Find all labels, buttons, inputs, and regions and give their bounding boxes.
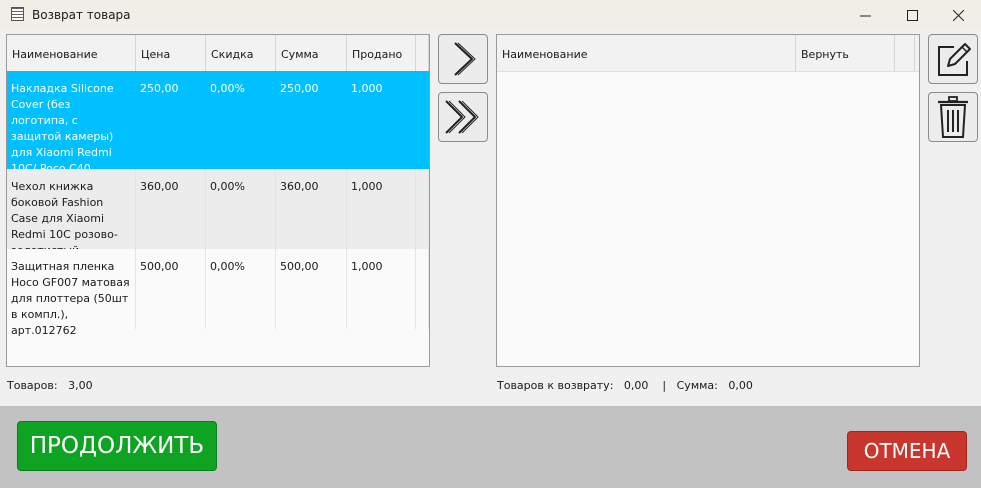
column-header-filler	[416, 35, 429, 71]
column-header-filler	[895, 35, 915, 71]
pencil-edit-icon	[938, 43, 971, 76]
return-count-value: 0,00	[623, 379, 649, 392]
cell-sum: 500,00	[276, 249, 347, 329]
summary-separator: |	[662, 379, 667, 392]
edit-button[interactable]	[928, 34, 978, 84]
double-chevron-right-icon	[445, 100, 479, 134]
minimize-button[interactable]	[842, 0, 888, 30]
trash-icon	[938, 96, 968, 138]
window-title: Возврат товара	[32, 8, 131, 22]
cell-sold: 1,000	[347, 249, 416, 329]
close-icon	[952, 9, 964, 21]
cell-name: Чехол книжка боковой Fashion Case для Xi…	[7, 169, 136, 257]
cell-sold: 1,000	[347, 169, 416, 249]
cancel-button[interactable]: ОТМЕНА	[847, 431, 967, 471]
delete-button[interactable]	[928, 92, 978, 142]
cell-price: 360,00	[136, 169, 206, 249]
table-row[interactable]: Защитная пленка Hoco GF007 матовая для п…	[7, 249, 429, 337]
cell-filler	[416, 169, 429, 249]
items-count-value: 3,00	[68, 379, 93, 392]
column-header-sold[interactable]: Продано	[347, 35, 416, 71]
column-header-price[interactable]: Цена	[136, 35, 206, 71]
table-header: Наименование Вернуть	[497, 35, 919, 72]
table-header: Наименование Цена Скидка Сумма Продано	[7, 35, 429, 72]
items-count-label: Товаров:	[7, 379, 58, 392]
cell-discount: 0,00%	[206, 169, 276, 249]
return-sum-value: 0,00	[728, 379, 753, 392]
column-header-name[interactable]: Наименование	[7, 35, 136, 71]
minimize-icon	[859, 15, 871, 16]
continue-button[interactable]: ПРОДОЛЖИТЬ	[17, 421, 217, 471]
close-button[interactable]	[935, 0, 981, 30]
cell-filler	[416, 71, 429, 169]
cell-discount: 0,00%	[206, 249, 276, 329]
move-all-button[interactable]	[438, 92, 488, 142]
move-one-button[interactable]	[438, 34, 488, 84]
cell-sum: 360,00	[276, 169, 347, 249]
cell-sold: 1,000	[347, 71, 416, 169]
return-items-table[interactable]: Наименование Вернуть	[496, 34, 920, 367]
title-bar: Возврат товара	[0, 0, 981, 30]
sold-items-table[interactable]: Наименование Цена Скидка Сумма Продано Н…	[6, 34, 430, 367]
items-count-summary: Товаров: 3,00	[7, 379, 93, 392]
table-row[interactable]: Накладка Silicone Cover (без логотипа, с…	[7, 71, 429, 191]
table-row[interactable]: Чехол книжка боковой Fashion Case для Xi…	[7, 169, 429, 257]
maximize-icon	[906, 9, 918, 21]
cell-name: Накладка Silicone Cover (без логотипа, с…	[7, 71, 136, 191]
return-sum-label: Сумма:	[676, 379, 718, 392]
return-count-label: Товаров к возврату:	[497, 379, 614, 392]
cell-price: 500,00	[136, 249, 206, 329]
cell-discount: 0,00%	[206, 71, 276, 169]
maximize-button[interactable]	[889, 0, 935, 30]
column-header-sum[interactable]: Сумма	[276, 35, 347, 71]
column-header-name[interactable]: Наименование	[497, 35, 796, 71]
app-icon	[11, 7, 24, 21]
cell-sum: 250,00	[276, 71, 347, 169]
cell-name: Защитная пленка Hoco GF007 матовая для п…	[7, 249, 136, 337]
cell-filler	[416, 249, 429, 329]
column-header-discount[interactable]: Скидка	[206, 35, 276, 71]
chevron-right-icon	[454, 42, 476, 76]
return-summary: Товаров к возврату: 0,00 | Сумма: 0,00	[497, 379, 753, 392]
column-header-return[interactable]: Вернуть	[796, 35, 895, 71]
cell-price: 250,00	[136, 71, 206, 169]
